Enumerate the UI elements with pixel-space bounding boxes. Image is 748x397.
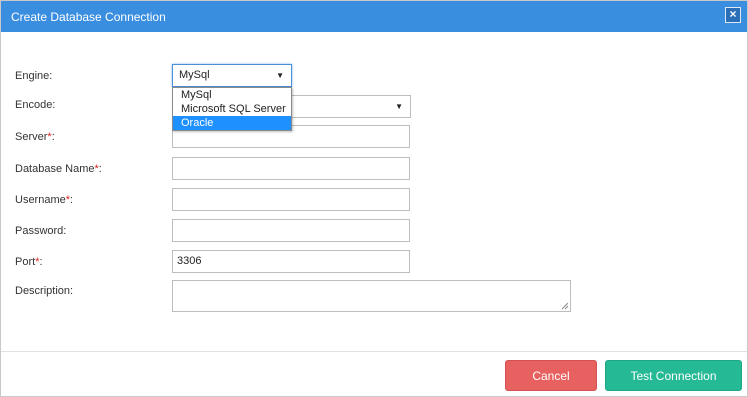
resize-grip-icon[interactable]: [561, 302, 569, 310]
engine-select-value: MySql: [179, 69, 210, 81]
engine-select[interactable]: MySql ▼: [172, 64, 292, 87]
description-textarea[interactable]: [172, 280, 571, 312]
username-label: Username*:: [15, 194, 73, 206]
description-label: Description:: [15, 285, 74, 297]
port-input[interactable]: 3306: [172, 250, 410, 273]
engine-label: Engine:: [15, 70, 53, 82]
chevron-down-icon: ▼: [276, 71, 284, 80]
username-label-text: Username: [15, 194, 66, 206]
password-label: Password:: [15, 225, 67, 237]
database-name-label-suffix: :: [98, 163, 102, 175]
database-name-label-text: Database Name: [15, 163, 95, 175]
dialog-titlebar: Create Database Connection ×: [1, 1, 747, 32]
chevron-down-icon: ▼: [395, 102, 403, 111]
username-label-suffix: :: [70, 194, 74, 206]
server-label-suffix: :: [51, 131, 55, 143]
engine-dropdown-list: MySql Microsoft SQL Server Oracle: [172, 87, 292, 131]
port-label: Port*:: [15, 256, 43, 268]
port-label-suffix: :: [39, 256, 43, 268]
encode-label: Encode:: [15, 99, 56, 111]
server-label: Server*:: [15, 131, 55, 143]
create-connection-dialog: Create Database Connection × Engine: MyS…: [0, 0, 748, 397]
password-input[interactable]: [172, 219, 410, 242]
engine-option-oracle[interactable]: Oracle: [173, 116, 291, 130]
database-name-label: Database Name*:: [15, 163, 102, 175]
footer-divider: [1, 351, 747, 352]
dialog-title: Create Database Connection: [11, 10, 166, 24]
server-label-text: Server: [15, 131, 48, 143]
cancel-button[interactable]: Cancel: [505, 360, 597, 391]
engine-option-mssql[interactable]: Microsoft SQL Server: [173, 102, 291, 116]
port-label-text: Port: [15, 256, 36, 268]
username-input[interactable]: [172, 188, 410, 211]
database-name-input[interactable]: [172, 157, 410, 180]
close-icon[interactable]: ×: [725, 7, 741, 23]
engine-option-mysql[interactable]: MySql: [173, 88, 291, 102]
test-connection-button[interactable]: Test Connection: [605, 360, 742, 391]
